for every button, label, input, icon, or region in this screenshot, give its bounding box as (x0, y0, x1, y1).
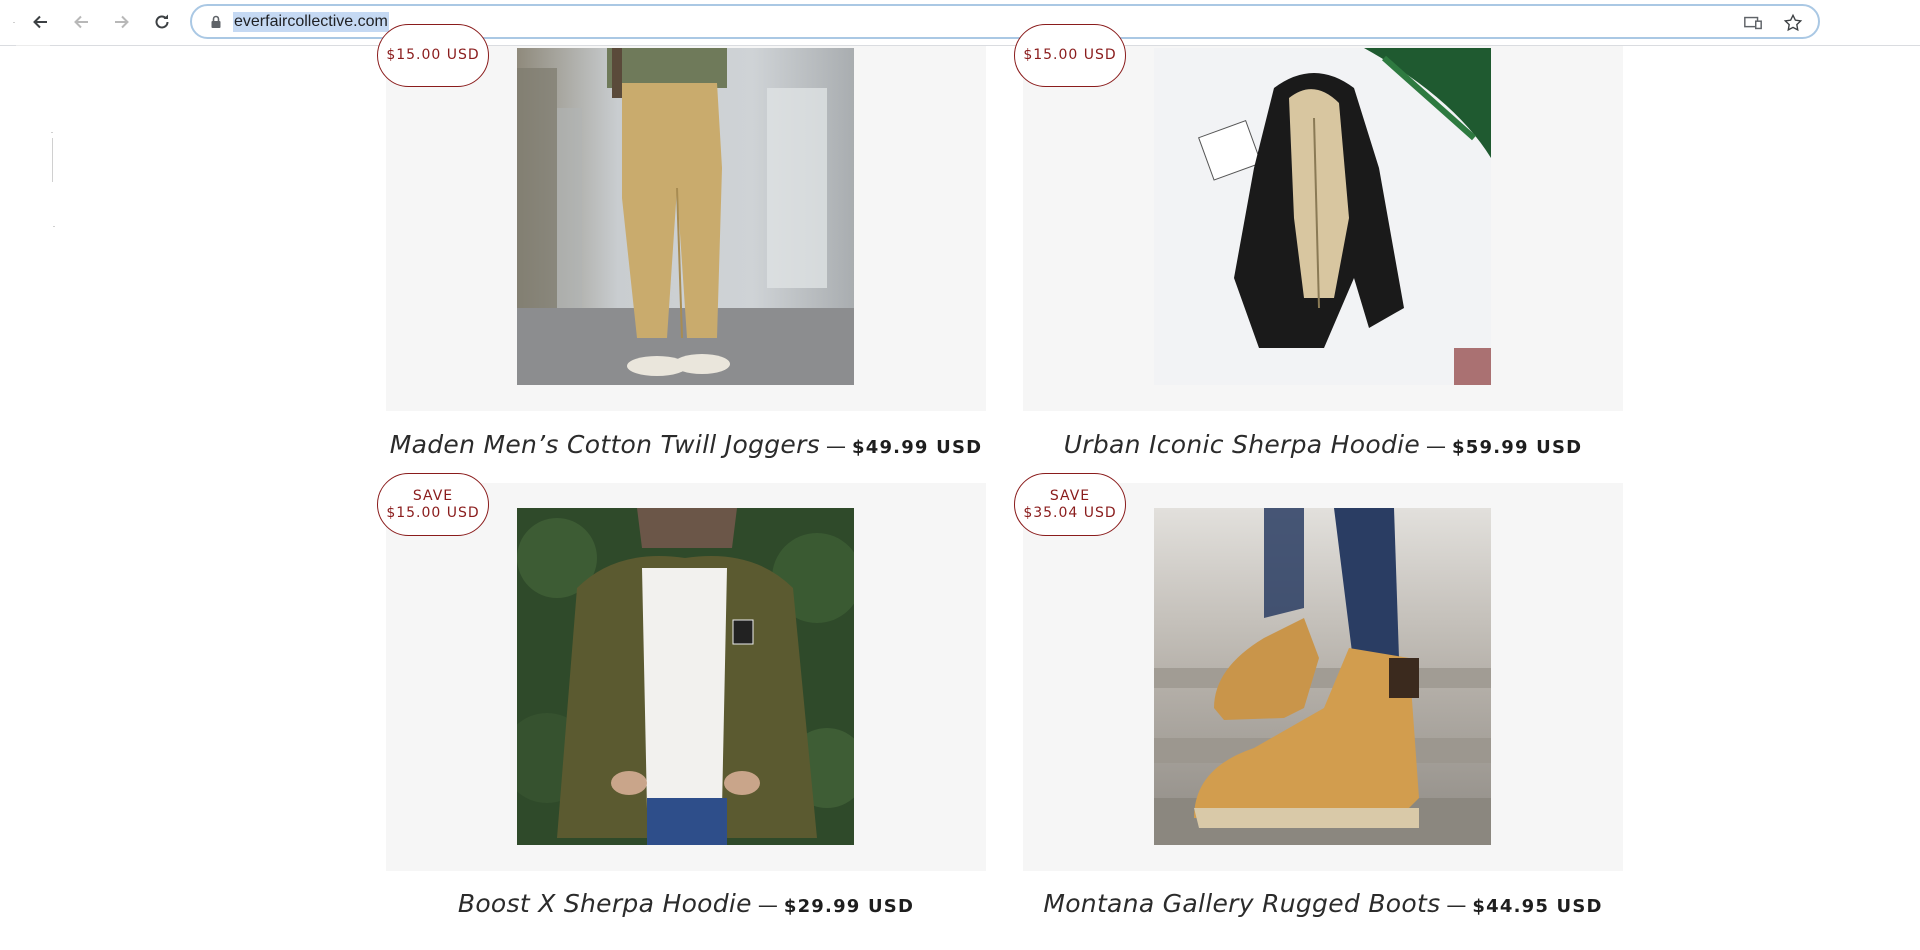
product-image[interactable] (517, 48, 854, 385)
product-title[interactable]: Urban Iconic Sherpa Hoodie (1064, 430, 1420, 459)
sale-badge: $15.00 USD (1014, 24, 1126, 87)
bookmark-button[interactable] (1782, 12, 1804, 34)
product-caption[interactable]: Maden Men’s Cotton Twill Joggers — $49.99 … (386, 430, 986, 459)
product-caption[interactable]: Boost X Sherpa Hoodie — $29.99 USD (386, 889, 986, 918)
separator: — (757, 893, 778, 917)
edge-mark (16, 45, 50, 46)
product-image[interactable] (1154, 508, 1491, 845)
separator: — (1446, 893, 1467, 917)
olive-sherpa-jacket-photo (517, 508, 854, 845)
reload-button[interactable] (149, 9, 175, 35)
product-image[interactable] (1154, 48, 1491, 385)
forward-button[interactable] (108, 9, 134, 35)
product-price: $49.99 USD (852, 437, 983, 458)
separator: — (826, 434, 846, 458)
product-caption[interactable]: Montana Gallery Rugged Boots — $44.95 USD (1023, 889, 1623, 918)
arrow-left-icon (33, 15, 47, 29)
product-price: $29.99 USD (783, 896, 915, 917)
product-price: $44.95 USD (1472, 896, 1603, 917)
badge-amount: $15.00 USD (386, 47, 480, 63)
badge-amount: $35.04 USD (1023, 504, 1117, 521)
star-icon (1783, 13, 1803, 32)
cast-icon (1744, 16, 1762, 30)
badge-label: SAVE (412, 487, 454, 504)
edge-mark (13, 22, 15, 23)
khaki-joggers-photo (517, 48, 854, 385)
reload-icon (155, 14, 169, 29)
tan-boots-photo (1154, 508, 1491, 845)
url-text[interactable]: everfaircollective.com (233, 12, 389, 32)
separator: — (1426, 434, 1447, 458)
browser-toolbar: everfaircollective.com (0, 0, 1920, 46)
lock-icon (211, 15, 221, 28)
forward-disabled-button[interactable] (69, 9, 95, 35)
product-price: $59.99 USD (1452, 437, 1583, 458)
edge-mark (52, 138, 53, 182)
sale-badge: $15.00 USD (377, 24, 489, 87)
arrow-left-icon (74, 15, 88, 29)
badge-amount: $15.00 USD (1023, 47, 1117, 63)
product-title[interactable]: Maden Men’s Cotton Twill Joggers (390, 430, 820, 459)
product-caption[interactable]: Urban Iconic Sherpa Hoodie — $59.99 USD (1023, 430, 1623, 459)
badge-label: SAVE (1049, 487, 1091, 504)
edge-mark (53, 226, 55, 227)
badge-amount: $15.00 USD (386, 504, 480, 521)
product-title[interactable]: Montana Gallery Rugged Boots (1043, 889, 1440, 918)
arrow-right-icon (115, 15, 129, 29)
back-button[interactable] (28, 9, 54, 35)
edge-mark (51, 132, 53, 133)
black-sherpa-hoodie-photo (1154, 48, 1491, 385)
cast-button[interactable] (1742, 12, 1764, 34)
product-image[interactable] (517, 508, 854, 845)
sale-badge: SAVE $15.00 USD (377, 473, 489, 536)
product-title[interactable]: Boost X Sherpa Hoodie (458, 889, 752, 918)
sale-badge: SAVE $35.04 USD (1014, 473, 1126, 536)
